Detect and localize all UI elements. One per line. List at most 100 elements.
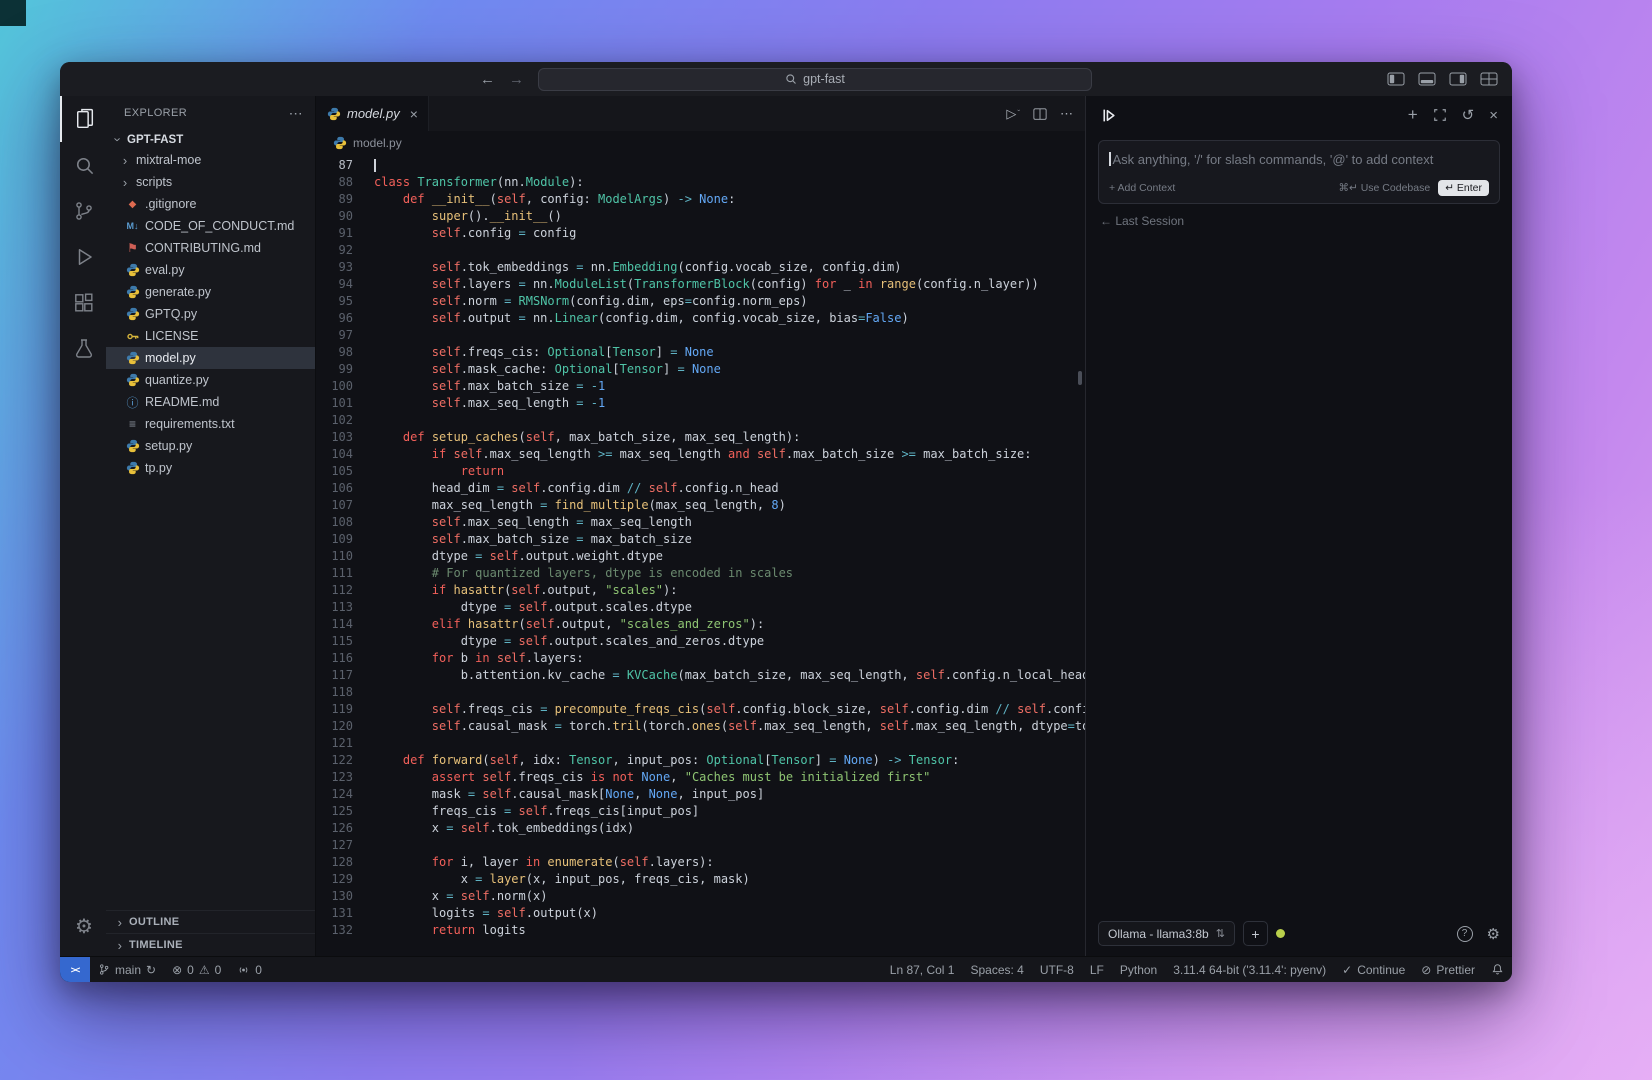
code-line-113[interactable]: 113 dtype = self.output.scales.dtype — [316, 599, 1085, 616]
code-line-110[interactable]: 110 dtype = self.output.weight.dtype — [316, 548, 1085, 565]
tab-model-py[interactable]: model.py × — [316, 96, 429, 131]
scrollbar-thumb[interactable] — [1078, 371, 1082, 385]
code-line-107[interactable]: 107 max_seq_length = find_multiple(max_s… — [316, 497, 1085, 514]
nav-back-icon[interactable]: ← — [480, 71, 495, 88]
code-line-98[interactable]: 98 self.freqs_cis: Optional[Tensor] = No… — [316, 344, 1085, 361]
eol-sequence[interactable]: LF — [1082, 957, 1112, 982]
nav-forward-icon[interactable]: → — [509, 71, 524, 88]
code-line-108[interactable]: 108 self.max_seq_length = max_seq_length — [316, 514, 1085, 531]
code-line-101[interactable]: 101 self.max_seq_length = -1 — [316, 395, 1085, 412]
code-line-126[interactable]: 126 x = self.tok_embeddings(idx) — [316, 820, 1085, 837]
new-session-icon[interactable]: + — [1408, 105, 1418, 125]
outline-section[interactable]: › OUTLINE — [106, 910, 315, 933]
code-line-102[interactable]: 102 — [316, 412, 1085, 429]
file-item-eval-py[interactable]: eval.py — [106, 259, 315, 281]
editor-more-actions-icon[interactable]: ⋯ — [1060, 106, 1073, 122]
last-session-link[interactable]: ← Last Session — [1100, 214, 1498, 228]
encoding[interactable]: UTF-8 — [1032, 957, 1082, 982]
git-branch[interactable]: main ↻ — [90, 957, 164, 982]
code-line-121[interactable]: 121 — [316, 735, 1085, 752]
tab-close-icon[interactable]: × — [410, 106, 418, 122]
activity-explorer-icon[interactable] — [60, 96, 106, 142]
toggle-primary-sidebar-icon[interactable] — [1387, 72, 1405, 86]
cursor-position[interactable]: Ln 87, Col 1 — [882, 957, 963, 982]
close-panel-icon[interactable]: × — [1489, 107, 1498, 124]
notifications-bell[interactable] — [1483, 957, 1512, 982]
code-line-87[interactable]: 87 — [316, 157, 1085, 174]
code-line-88[interactable]: 88class Transformer(nn.Module): — [316, 174, 1085, 191]
code-line-95[interactable]: 95 self.norm = RMSNorm(config.dim, eps=c… — [316, 293, 1085, 310]
code-line-112[interactable]: 112 if hasattr(self.output, "scales"): — [316, 582, 1085, 599]
file-item-scripts[interactable]: ›scripts — [106, 171, 315, 193]
code-line-128[interactable]: 128 for i, layer in enumerate(self.layer… — [316, 854, 1085, 871]
activity-source-control-icon[interactable] — [60, 188, 106, 234]
code-line-120[interactable]: 120 self.causal_mask = torch.tril(torch.… — [316, 718, 1085, 735]
root-folder[interactable]: › GPT-FAST — [106, 130, 315, 149]
chat-settings-icon[interactable]: ⚙ — [1487, 925, 1500, 943]
code-line-109[interactable]: 109 self.max_batch_size = max_batch_size — [316, 531, 1085, 548]
file-item-mixtral-moe[interactable]: ›mixtral-moe — [106, 149, 315, 171]
enter-button[interactable]: ↵ Enter — [1438, 180, 1489, 196]
file-item-tp-py[interactable]: tp.py — [106, 457, 315, 479]
toggle-secondary-sidebar-icon[interactable] — [1449, 72, 1467, 86]
file-item-requirements-txt[interactable]: ≡requirements.txt — [106, 413, 315, 435]
code-line-106[interactable]: 106 head_dim = self.config.dim // self.c… — [316, 480, 1085, 497]
file-item-contributing-md[interactable]: ⚑CONTRIBUTING.md — [106, 237, 315, 259]
chat-input[interactable]: Ask anything, '/' for slash commands, '@… — [1098, 140, 1500, 204]
python-interpreter[interactable]: 3.11.4 64-bit ('3.11.4': pyenv) — [1165, 957, 1334, 982]
code-line-100[interactable]: 100 self.max_batch_size = -1 — [316, 378, 1085, 395]
code-line-131[interactable]: 131 logits = self.output(x) — [316, 905, 1085, 922]
breadcrumb[interactable]: model.py — [316, 131, 1085, 155]
code-line-118[interactable]: 118 — [316, 684, 1085, 701]
code-line-90[interactable]: 90 super().__init__() — [316, 208, 1085, 225]
command-center-search[interactable]: gpt-fast — [538, 68, 1092, 91]
file-item-setup-py[interactable]: setup.py — [106, 435, 315, 457]
code-line-115[interactable]: 115 dtype = self.output.scales_and_zeros… — [316, 633, 1085, 650]
file-item-code-of-conduct-md[interactable]: M↓CODE_OF_CONDUCT.md — [106, 215, 315, 237]
help-icon[interactable]: ? — [1457, 926, 1473, 942]
explorer-more-actions-icon[interactable]: ⋯ — [289, 105, 303, 122]
language-mode[interactable]: Python — [1112, 957, 1165, 982]
code-line-124[interactable]: 124 mask = self.causal_mask[None, None, … — [316, 786, 1085, 803]
code-line-93[interactable]: 93 self.tok_embeddings = nn.Embedding(co… — [316, 259, 1085, 276]
activity-search-icon[interactable] — [60, 142, 106, 188]
toggle-panel-icon[interactable] — [1418, 72, 1436, 86]
code-line-129[interactable]: 129 x = layer(x, input_pos, freqs_cis, m… — [316, 871, 1085, 888]
add-context-button[interactable]: + Add Context — [1109, 182, 1175, 194]
code-line-117[interactable]: 117 b.attention.kv_cache = KVCache(max_b… — [316, 667, 1085, 684]
file-item-gptq-py[interactable]: GPTQ.py — [106, 303, 315, 325]
code-line-97[interactable]: 97 — [316, 327, 1085, 344]
split-editor-icon[interactable] — [1033, 107, 1047, 121]
ports-indicator[interactable]: 0 — [229, 957, 270, 982]
code-line-119[interactable]: 119 self.freqs_cis = precompute_freqs_ci… — [316, 701, 1085, 718]
code-line-105[interactable]: 105 return — [316, 463, 1085, 480]
activity-manage-icon[interactable]: ⚙ — [60, 904, 106, 950]
customize-layout-icon[interactable] — [1480, 72, 1498, 86]
code-line-123[interactable]: 123 assert self.freqs_cis is not None, "… — [316, 769, 1085, 786]
code-line-91[interactable]: 91 self.config = config — [316, 225, 1085, 242]
problems-indicator[interactable]: ⊗ 0 ⚠ 0 — [164, 957, 229, 982]
code-line-114[interactable]: 114 elif hasattr(self.output, "scales_an… — [316, 616, 1085, 633]
file-item-model-py[interactable]: model.py — [106, 347, 315, 369]
timeline-section[interactable]: › TIMELINE — [106, 933, 315, 956]
code-line-132[interactable]: 132 return logits — [316, 922, 1085, 939]
file-item-readme-md[interactable]: ⓘREADME.md — [106, 391, 315, 413]
code-line-89[interactable]: 89 def __init__(self, config: ModelArgs)… — [316, 191, 1085, 208]
run-python-file-button[interactable]: ▷ˇ — [1006, 106, 1020, 122]
code-line-127[interactable]: 127 — [316, 837, 1085, 854]
code-line-94[interactable]: 94 self.layers = nn.ModuleList(Transform… — [316, 276, 1085, 293]
code-line-104[interactable]: 104 if self.max_seq_length >= max_seq_le… — [316, 446, 1085, 463]
code-line-99[interactable]: 99 self.mask_cache: Optional[Tensor] = N… — [316, 361, 1085, 378]
activity-extensions-icon[interactable] — [60, 280, 106, 326]
history-icon[interactable]: ↺ — [1462, 106, 1475, 124]
fullscreen-icon[interactable] — [1433, 108, 1447, 122]
file-item-generate-py[interactable]: generate.py — [106, 281, 315, 303]
code-line-130[interactable]: 130 x = self.norm(x) — [316, 888, 1085, 905]
run-dropdown-icon[interactable]: ˇ — [1017, 109, 1020, 118]
code-line-116[interactable]: 116 for b in self.layers: — [316, 650, 1085, 667]
file-item--gitignore[interactable]: ◆.gitignore — [106, 193, 315, 215]
activity-run-and-debug-icon[interactable] — [60, 234, 106, 280]
sync-icon[interactable]: ↻ — [146, 963, 156, 977]
remote-indicator[interactable]: >< — [60, 957, 90, 982]
model-select[interactable]: Ollama - llama3:8b ⇅ — [1098, 921, 1235, 946]
